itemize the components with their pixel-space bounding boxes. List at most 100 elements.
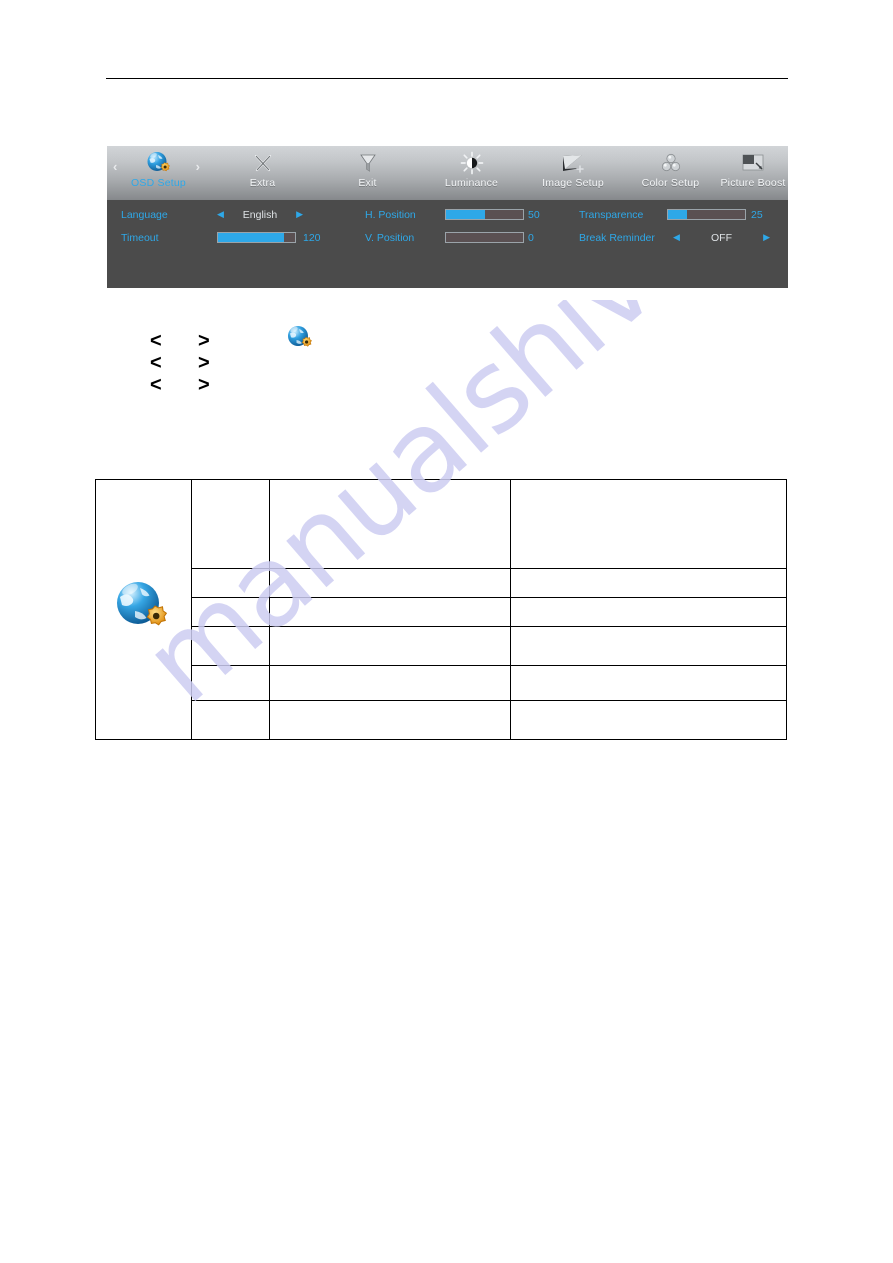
setting-label: Language — [121, 208, 168, 221]
table-cell-mid — [269, 597, 512, 627]
table-cell-desc — [510, 700, 787, 740]
chevron-right-icon[interactable]: > — [198, 352, 246, 375]
key-legend: < > < > < > — [150, 326, 312, 396]
v-position-slider[interactable] — [445, 226, 524, 249]
osd-tab-label: Image Setup — [542, 177, 604, 189]
table-row — [96, 568, 787, 598]
brightness-icon — [455, 150, 489, 176]
table-row — [96, 665, 787, 701]
break-reminder-value: OFF — [711, 231, 732, 244]
timeout-slider[interactable] — [217, 226, 296, 249]
h-position-slider[interactable] — [445, 203, 524, 226]
key-legend-row: < > — [150, 330, 246, 352]
crossed-tools-icon — [246, 150, 280, 176]
setting-label: Timeout — [121, 231, 159, 244]
setting-label: H. Position — [365, 208, 416, 221]
table-cell-desc — [510, 479, 787, 569]
globe-gear-icon — [142, 150, 176, 176]
transparence-slider-fill — [668, 210, 688, 219]
setting-label: Break Reminder — [579, 231, 655, 244]
table-cell-item — [190, 479, 271, 569]
osd-tab-label: Picture Boost — [720, 177, 786, 189]
osd-settings-row: Language ◀ English ▶ H. Position 50 Tran… — [107, 203, 788, 226]
setting-v-position: V. Position — [365, 226, 447, 249]
tab-next-arrow[interactable]: › — [196, 160, 200, 173]
chevron-right-icon[interactable]: > — [198, 374, 246, 397]
table-cell-item — [190, 665, 271, 701]
table-cell-mid — [269, 479, 512, 569]
break-reminder-option-control[interactable]: ◀ OFF ▶ — [673, 226, 770, 249]
chevron-left-icon[interactable]: < — [150, 330, 198, 353]
table-cell-mid — [269, 665, 512, 701]
page-header-rule — [106, 78, 788, 79]
transparence-slider[interactable] — [667, 203, 746, 226]
h-position-value-cell: 50 — [528, 203, 540, 226]
table-cell-desc — [510, 626, 787, 666]
table-cell-mid — [269, 568, 512, 598]
left-arrow-icon[interactable]: ◀ — [673, 233, 680, 242]
v-position-value-cell: 0 — [528, 226, 534, 249]
globe-gear-icon — [112, 578, 174, 636]
osd-tab-exit[interactable]: Exit — [315, 146, 420, 200]
osd-settings-body: Language ◀ English ▶ H. Position 50 Tran… — [107, 200, 788, 288]
table-cell-mid — [269, 626, 512, 666]
right-arrow-icon[interactable]: ▶ — [296, 210, 303, 219]
right-arrow-icon[interactable]: ▶ — [763, 233, 770, 242]
osd-tab-image-setup[interactable]: Image Setup — [523, 146, 623, 200]
table-cell-desc — [510, 665, 787, 701]
transparence-value-cell: 25 — [751, 203, 763, 226]
osd-tab-label: OSD Setup — [131, 177, 186, 189]
osd-tab-label: Extra — [249, 177, 276, 189]
table-row — [96, 700, 787, 740]
table-row — [96, 597, 787, 627]
v-position-value: 0 — [528, 231, 534, 244]
tab-prev-arrow[interactable]: ‹ — [113, 160, 117, 173]
osd-tab-label: Color Setup — [641, 177, 700, 189]
osd-menu-panel: ‹ › OSD Setup Extra Exit Luminance Image… — [107, 146, 788, 288]
osd-tab-label: Luminance — [444, 177, 499, 189]
h-position-value: 50 — [528, 208, 540, 221]
key-legend-row: < > — [150, 374, 246, 396]
osd-tab-extra[interactable]: Extra — [210, 146, 315, 200]
globe-gear-icon — [285, 324, 315, 354]
timeout-value-cell: 120 — [303, 226, 321, 249]
setting-timeout: Timeout — [121, 226, 216, 249]
table-cell-item — [190, 568, 271, 598]
language-option-control[interactable]: ◀ English ▶ — [217, 203, 303, 226]
table-row — [96, 626, 787, 666]
osd-setup-description-table — [95, 479, 787, 740]
table-cell-item — [190, 597, 271, 627]
left-arrow-icon[interactable]: ◀ — [217, 210, 224, 219]
setting-transparence: Transparence — [579, 203, 671, 226]
setting-h-position: H. Position — [365, 203, 447, 226]
table-cell-mid — [269, 700, 512, 740]
table-cell-item — [190, 700, 271, 740]
osd-tab-bar: ‹ › OSD Setup Extra Exit Luminance Image… — [107, 146, 788, 200]
chevron-left-icon[interactable]: < — [150, 374, 198, 397]
timeout-slider-fill — [218, 233, 285, 242]
exit-arrow-icon — [351, 150, 385, 176]
table-cell-item — [190, 626, 271, 666]
color-balls-icon — [654, 150, 688, 176]
h-position-slider-fill — [446, 210, 485, 219]
table-row — [95, 479, 787, 740]
key-legend-row: < > — [150, 352, 246, 374]
osd-tab-label: Exit — [358, 177, 377, 189]
osd-tab-picture-boost[interactable]: Picture Boost — [718, 146, 788, 200]
table-icon-cell — [95, 479, 192, 740]
osd-settings-row: Timeout 120 V. Position 0 Break Reminder… — [107, 226, 788, 249]
setting-language: Language — [121, 203, 216, 226]
setting-label: Transparence — [579, 208, 644, 221]
setting-label: V. Position — [365, 231, 415, 244]
language-value: English — [242, 208, 278, 221]
osd-tab-osd-setup[interactable]: ‹ › OSD Setup — [107, 146, 210, 200]
osd-tab-luminance[interactable]: Luminance — [420, 146, 523, 200]
image-setup-icon — [556, 150, 590, 176]
chevron-right-icon[interactable]: > — [198, 330, 246, 353]
picture-boost-icon — [736, 150, 770, 176]
osd-tab-color-setup[interactable]: Color Setup — [623, 146, 718, 200]
transparence-value: 25 — [751, 208, 763, 221]
setting-break-reminder: Break Reminder — [579, 226, 687, 249]
table-cell-desc — [510, 597, 787, 627]
chevron-left-icon[interactable]: < — [150, 352, 198, 375]
